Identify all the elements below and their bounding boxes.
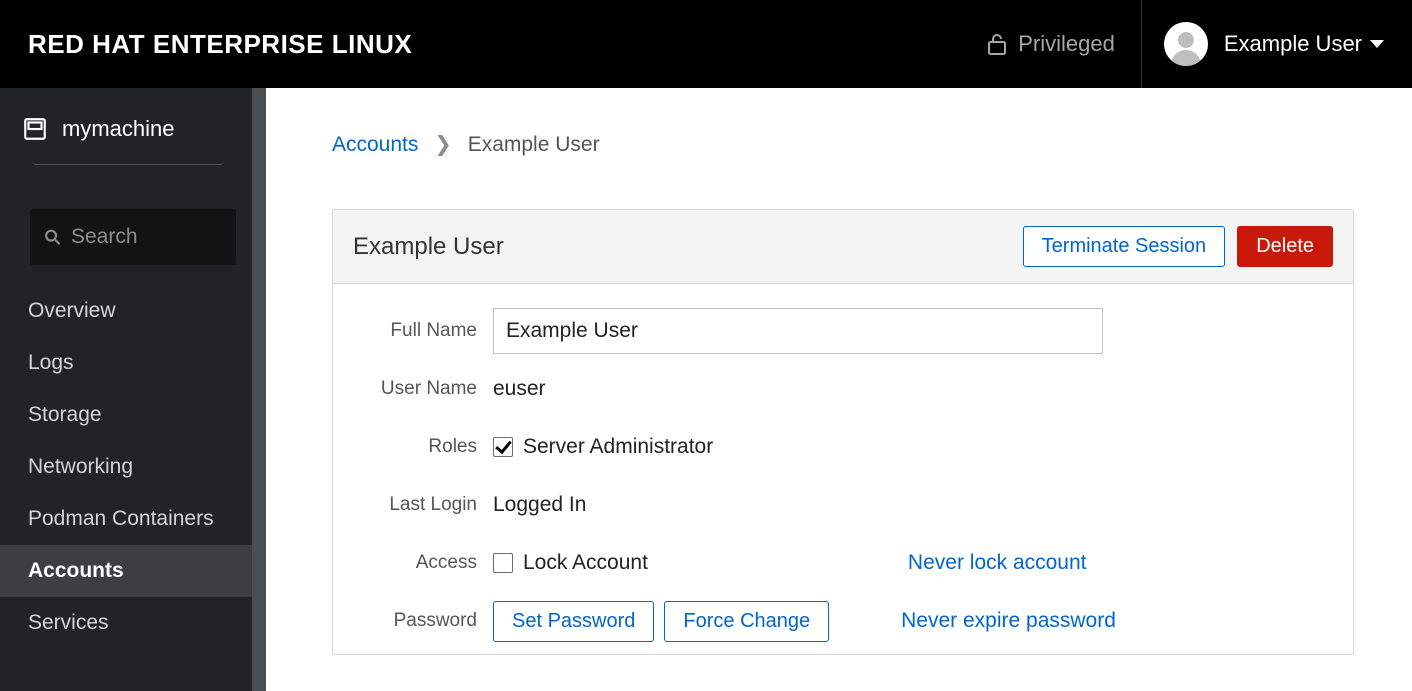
chevron-down-icon bbox=[1370, 40, 1384, 48]
role-admin-checkbox[interactable] bbox=[493, 437, 513, 457]
sidebar-search[interactable] bbox=[30, 209, 236, 265]
sidebar-item-overview[interactable]: Overview bbox=[0, 285, 266, 337]
avatar bbox=[1164, 22, 1208, 66]
user-menu[interactable]: Example User bbox=[1142, 0, 1384, 88]
account-card: Example User Terminate Session Delete Fu… bbox=[332, 209, 1354, 655]
password-label: Password bbox=[355, 610, 493, 632]
sidebar-item-networking[interactable]: Networking bbox=[0, 441, 266, 493]
access-label: Access bbox=[355, 552, 493, 574]
sidebar-nav: Overview Logs Storage Networking Podman … bbox=[0, 279, 266, 649]
last-login-label: Last Login bbox=[355, 494, 493, 516]
user-display-name: Example User bbox=[1224, 31, 1362, 57]
full-name-input[interactable] bbox=[493, 308, 1103, 354]
user-name-value: euser bbox=[493, 377, 546, 401]
top-header: RED HAT ENTERPRISE LINUX Privileged Exam… bbox=[0, 0, 1412, 88]
server-icon bbox=[22, 116, 48, 142]
lock-account-label: Lock Account bbox=[523, 551, 648, 575]
never-expire-link[interactable]: Never expire password bbox=[901, 609, 1116, 633]
role-admin-label: Server Administrator bbox=[523, 435, 713, 459]
force-change-button[interactable]: Force Change bbox=[664, 601, 829, 642]
divider bbox=[34, 164, 222, 165]
brand-title: RED HAT ENTERPRISE LINUX bbox=[28, 29, 412, 60]
privileged-label: Privileged bbox=[1018, 31, 1115, 57]
roles-label: Roles bbox=[355, 436, 493, 458]
search-icon bbox=[44, 227, 61, 247]
breadcrumb-current: Example User bbox=[468, 133, 600, 156]
breadcrumb-root[interactable]: Accounts bbox=[332, 133, 418, 156]
scrollbar[interactable] bbox=[252, 88, 266, 691]
breadcrumb: Accounts ❯ Example User bbox=[266, 88, 1412, 193]
full-name-label: Full Name bbox=[355, 320, 493, 342]
host-switcher[interactable]: mymachine bbox=[22, 116, 244, 142]
main-content: Accounts ❯ Example User Example User Ter… bbox=[266, 88, 1412, 691]
lock-open-icon bbox=[988, 33, 1006, 55]
last-login-value: Logged In bbox=[493, 493, 586, 517]
sidebar-item-podman[interactable]: Podman Containers bbox=[0, 493, 266, 545]
search-input[interactable] bbox=[71, 225, 222, 249]
never-lock-link[interactable]: Never lock account bbox=[908, 551, 1087, 575]
terminate-session-button[interactable]: Terminate Session bbox=[1023, 226, 1226, 267]
chevron-right-icon: ❯ bbox=[434, 132, 452, 157]
lock-account-checkbox[interactable] bbox=[493, 553, 513, 573]
sidebar: mymachine Overview Logs Storage Networki… bbox=[0, 88, 266, 691]
card-title: Example User bbox=[353, 233, 1023, 261]
host-name: mymachine bbox=[62, 116, 174, 142]
sidebar-item-storage[interactable]: Storage bbox=[0, 389, 266, 441]
privileged-toggle[interactable]: Privileged bbox=[962, 0, 1142, 88]
user-name-label: User Name bbox=[355, 378, 493, 400]
sidebar-item-services[interactable]: Services bbox=[0, 597, 266, 649]
sidebar-item-logs[interactable]: Logs bbox=[0, 337, 266, 389]
sidebar-item-accounts[interactable]: Accounts bbox=[0, 545, 266, 597]
delete-button[interactable]: Delete bbox=[1237, 226, 1333, 267]
set-password-button[interactable]: Set Password bbox=[493, 601, 654, 642]
